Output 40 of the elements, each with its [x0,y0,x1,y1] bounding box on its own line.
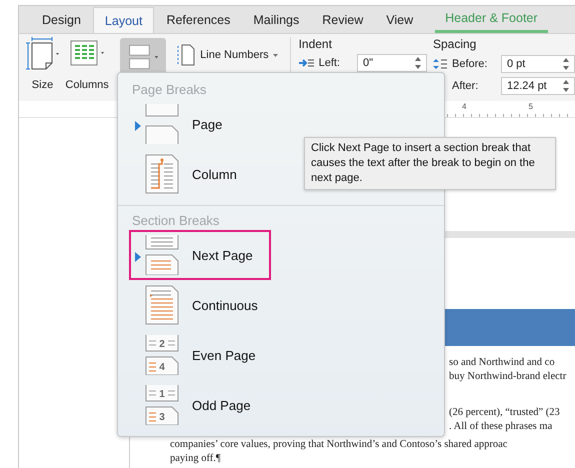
tooltip-text: Click Next Page to insert a section break that causes the text after the break to begin on the next page. [311,142,535,184]
menu-item[interactable]: Page [129,99,271,149]
size-button[interactable]: Size [23,37,62,101]
menu-item[interactable]: 2 4 Even Page [129,330,271,380]
spinner-icon[interactable] [562,58,569,70]
ribbon-tab[interactable]: View [375,7,424,33]
body-text-line: paying off.¶ [170,452,222,466]
spacing-before-field[interactable]: 0 pt [500,55,575,73]
spinner-icon[interactable] [414,57,421,69]
columns-button[interactable]: Columns [62,37,112,101]
body-text-line: buy Northwind-brand electr [449,370,568,384]
ribbon-tab[interactable]: Review [311,7,374,33]
section-header: Page Breaks [132,81,208,99]
field-label: After: [452,80,480,92]
body-text-line: . All of these phrases ma [449,420,554,434]
breaks-button[interactable] [120,38,166,75]
line-numbers-button[interactable]: Line Numbers [174,43,278,67]
ribbon-tab[interactable]: References [155,7,242,33]
group-title: Spacing [432,37,478,51]
ribbon-tab[interactable]: Design [31,7,92,33]
menu-item[interactable]: Continuous [129,280,271,330]
menu-item[interactable]: Next Page [129,230,271,280]
body-text-line: (26 percent), “trusted” (23 [449,406,561,420]
menu-item[interactable]: 1 3 Odd Page [129,380,271,430]
menu-item[interactable]: Column [129,149,271,199]
ribbon-tab[interactable]: Mailings [242,7,310,33]
page-size-icon [24,37,60,71]
caret-icon [272,54,278,56]
ribbon-tab[interactable]: Layout [92,7,154,33]
body-text-line: companies’ core values, proving that Northwind’s and Contoso’s shared approac [170,438,508,452]
spinner-icon[interactable] [562,80,569,92]
indent-left-field[interactable]: 0" [356,54,427,72]
body-text-line: so and Northwind and co [449,356,556,370]
spacing-after-field[interactable]: 12.24 pt [500,77,575,95]
spacing-icon [432,58,447,70]
group-title: Indent [298,37,333,51]
indent-icon [298,58,314,68]
field-label: Left: [318,57,340,69]
section-header: Section Breaks [132,212,220,230]
field-label: Before: [452,58,488,70]
